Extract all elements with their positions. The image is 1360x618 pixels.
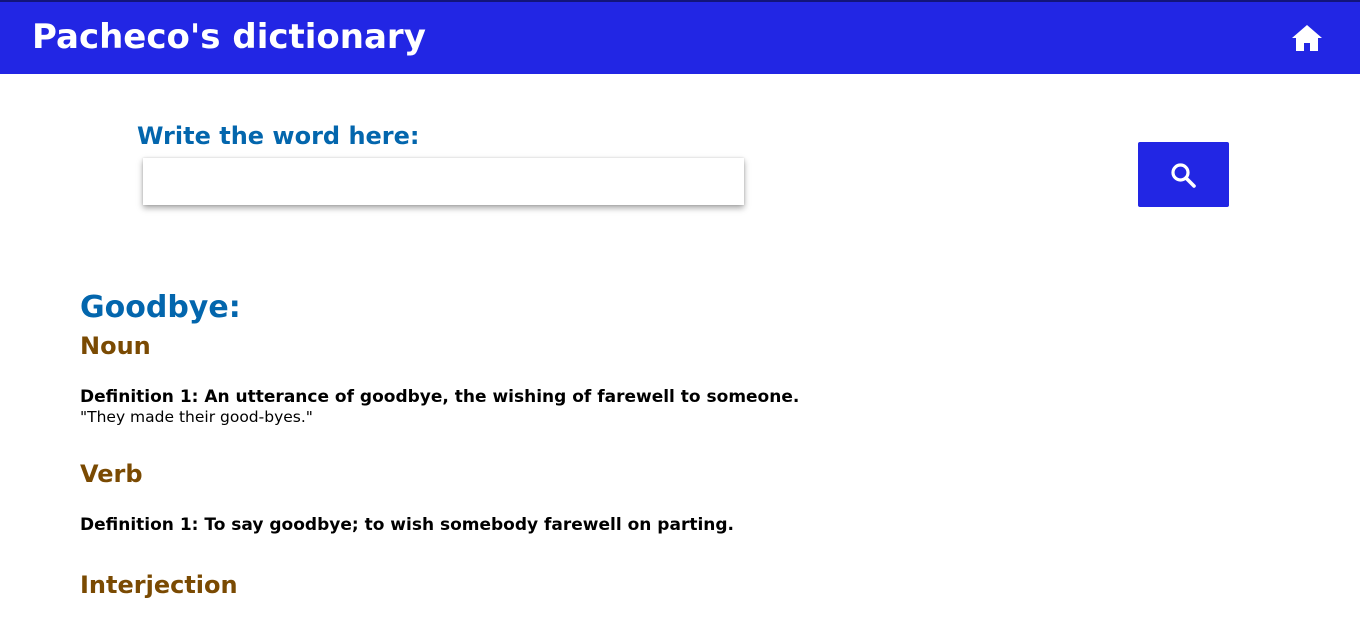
search-icon [1171,163,1196,188]
search-input[interactable] [143,158,744,205]
definition-example: "They made their good-byes." [80,408,313,426]
results-section: Goodbye: Noun Definition 1: An utterance… [80,288,1280,601]
app-title: Pacheco's dictionary [32,17,426,57]
part-of-speech-noun: Noun [80,332,151,360]
definition-text: Definition 1: To say goodbye; to wish so… [80,515,735,535]
meaning-verb: Verb Definition 1: To say goodbye; to wi… [80,458,1280,536]
meaning-noun: Noun Definition 1: An utterance of goodb… [80,330,1280,427]
app-header: Pacheco's dictionary [0,0,1360,74]
part-of-speech-interjection: Interjection [80,571,238,599]
home-icon[interactable] [1290,22,1324,54]
search-label: Write the word here: [137,122,420,150]
part-of-speech-verb: Verb [80,460,143,488]
search-button[interactable] [1138,142,1229,207]
result-word: Goodbye: [80,290,241,325]
definition-text: Definition 1: An utterance of goodbye, t… [80,387,800,407]
meaning-interjection: Interjection [80,569,1280,601]
